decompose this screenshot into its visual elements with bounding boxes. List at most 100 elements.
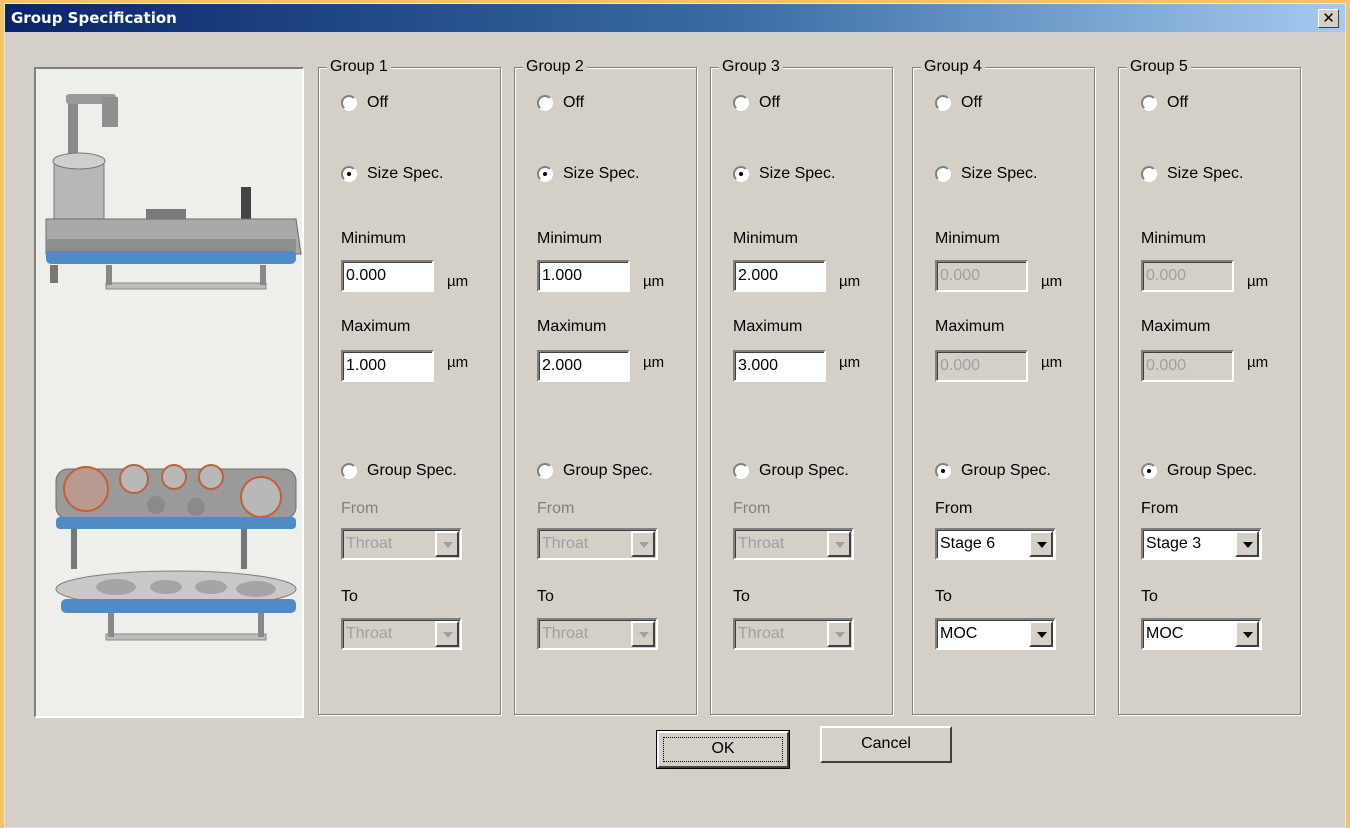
group-box-3: Group 3 Off Size Spec. Minimum 2.000 µm …: [710, 58, 893, 715]
maximum-input[interactable]: 3.000: [733, 350, 826, 382]
to-label: To: [341, 588, 358, 605]
from-label: From: [341, 500, 379, 517]
group-box-2: Group 2 Off Size Spec. Minimum 1.000 µm …: [514, 58, 697, 715]
size-spec-radio-dot: [1141, 166, 1157, 182]
minimum-input[interactable]: 0.000: [935, 260, 1028, 292]
to-select[interactable]: Throat: [733, 618, 854, 650]
size-spec-radio-label: Size Spec.: [961, 165, 1038, 182]
minimum-input[interactable]: 0.000: [1141, 260, 1234, 292]
off-radio-label: Off: [961, 94, 983, 111]
off-radio-dot: [537, 95, 553, 111]
group-legend: Group 4: [921, 58, 985, 76]
from-select-value: Throat: [346, 535, 393, 552]
minimum-label: Minimum: [1141, 230, 1206, 247]
ok-button[interactable]: OK: [656, 730, 790, 769]
maximum-unit: µm: [1247, 354, 1269, 371]
close-button[interactable]: ✕: [1318, 9, 1339, 28]
off-radio-label: Off: [367, 94, 389, 111]
to-dropdown-icon[interactable]: [631, 621, 655, 647]
minimum-input[interactable]: 0.000: [341, 260, 434, 292]
maximum-label: Maximum: [341, 318, 411, 335]
to-dropdown-icon[interactable]: [1235, 621, 1259, 647]
ok-focus-rect: [663, 737, 783, 762]
from-dropdown-icon[interactable]: [1029, 531, 1053, 557]
off-radio-label: Off: [759, 94, 781, 111]
title-bar[interactable]: Group Specification ✕: [5, 4, 1345, 32]
maximum-unit: µm: [1041, 354, 1063, 371]
to-dropdown-icon[interactable]: [1029, 621, 1053, 647]
from-label: From: [1141, 500, 1179, 517]
size-spec-radio-label: Size Spec.: [563, 165, 640, 182]
to-select[interactable]: Throat: [537, 618, 658, 650]
from-select-value: Throat: [738, 535, 785, 552]
group-spec-radio-dot: [733, 463, 749, 479]
off-radio-dot: [341, 95, 357, 111]
window-title: Group Specification: [11, 9, 177, 27]
size-spec-radio-dot: [537, 166, 553, 182]
minimum-unit: µm: [1247, 273, 1269, 290]
from-label: From: [733, 500, 771, 517]
to-select[interactable]: MOC: [935, 618, 1056, 650]
cancel-button-label: Cancel: [861, 735, 911, 752]
impactor-image: [34, 67, 304, 718]
maximum-unit: µm: [643, 354, 665, 371]
group-spec-radio-dot: [537, 463, 553, 479]
to-label: To: [935, 588, 952, 605]
size-spec-radio-label: Size Spec.: [1167, 165, 1244, 182]
size-spec-radio-label: Size Spec.: [759, 165, 836, 182]
group-spec-radio-label: Group Spec.: [961, 462, 1051, 479]
off-radio-dot: [935, 95, 951, 111]
from-label: From: [935, 500, 973, 517]
minimum-label: Minimum: [733, 230, 798, 247]
maximum-input[interactable]: 1.000: [341, 350, 434, 382]
to-dropdown-icon[interactable]: [435, 621, 459, 647]
from-dropdown-icon[interactable]: [631, 531, 655, 557]
group-legend: Group 2: [523, 58, 587, 76]
to-select-value: Throat: [346, 625, 393, 642]
from-select[interactable]: Throat: [341, 528, 462, 560]
maximum-input[interactable]: 2.000: [537, 350, 630, 382]
from-select[interactable]: Stage 6: [935, 528, 1056, 560]
to-select[interactable]: MOC: [1141, 618, 1262, 650]
off-radio-dot: [733, 95, 749, 111]
maximum-label: Maximum: [935, 318, 1005, 335]
to-select-value: Throat: [542, 625, 589, 642]
cancel-button[interactable]: Cancel: [820, 726, 952, 763]
from-dropdown-icon[interactable]: [1235, 531, 1259, 557]
group-spec-radio-label: Group Spec.: [367, 462, 457, 479]
to-label: To: [1141, 588, 1158, 605]
from-select-value: Stage 6: [940, 535, 996, 552]
group-box-1: Group 1 Off Size Spec. Minimum 0.000 µm …: [318, 58, 501, 715]
size-spec-radio-dot: [733, 166, 749, 182]
maximum-unit: µm: [447, 354, 469, 371]
to-label: To: [733, 588, 750, 605]
group-legend: Group 1: [327, 58, 391, 76]
from-select[interactable]: Throat: [537, 528, 658, 560]
minimum-input[interactable]: 2.000: [733, 260, 826, 292]
group-legend: Group 5: [1127, 58, 1191, 76]
size-spec-radio-dot: [935, 166, 951, 182]
off-radio-dot: [1141, 95, 1157, 111]
to-select-value: MOC: [940, 625, 978, 642]
minimum-input[interactable]: 1.000: [537, 260, 630, 292]
minimum-unit: µm: [447, 273, 469, 290]
from-dropdown-icon[interactable]: [435, 531, 459, 557]
from-dropdown-icon[interactable]: [827, 531, 851, 557]
minimum-label: Minimum: [537, 230, 602, 247]
maximum-label: Maximum: [537, 318, 607, 335]
minimum-label: Minimum: [935, 230, 1000, 247]
close-icon: ✕: [1322, 9, 1335, 27]
from-select[interactable]: Stage 3: [1141, 528, 1262, 560]
minimum-unit: µm: [1041, 273, 1063, 290]
minimum-unit: µm: [839, 273, 861, 290]
maximum-input[interactable]: 0.000: [1141, 350, 1234, 382]
off-radio-label: Off: [563, 94, 585, 111]
off-radio-label: Off: [1167, 94, 1189, 111]
group-spec-radio-label: Group Spec.: [759, 462, 849, 479]
from-select[interactable]: Throat: [733, 528, 854, 560]
group-legend: Group 3: [719, 58, 783, 76]
maximum-input[interactable]: 0.000: [935, 350, 1028, 382]
to-dropdown-icon[interactable]: [827, 621, 851, 647]
to-select[interactable]: Throat: [341, 618, 462, 650]
minimum-label: Minimum: [341, 230, 406, 247]
